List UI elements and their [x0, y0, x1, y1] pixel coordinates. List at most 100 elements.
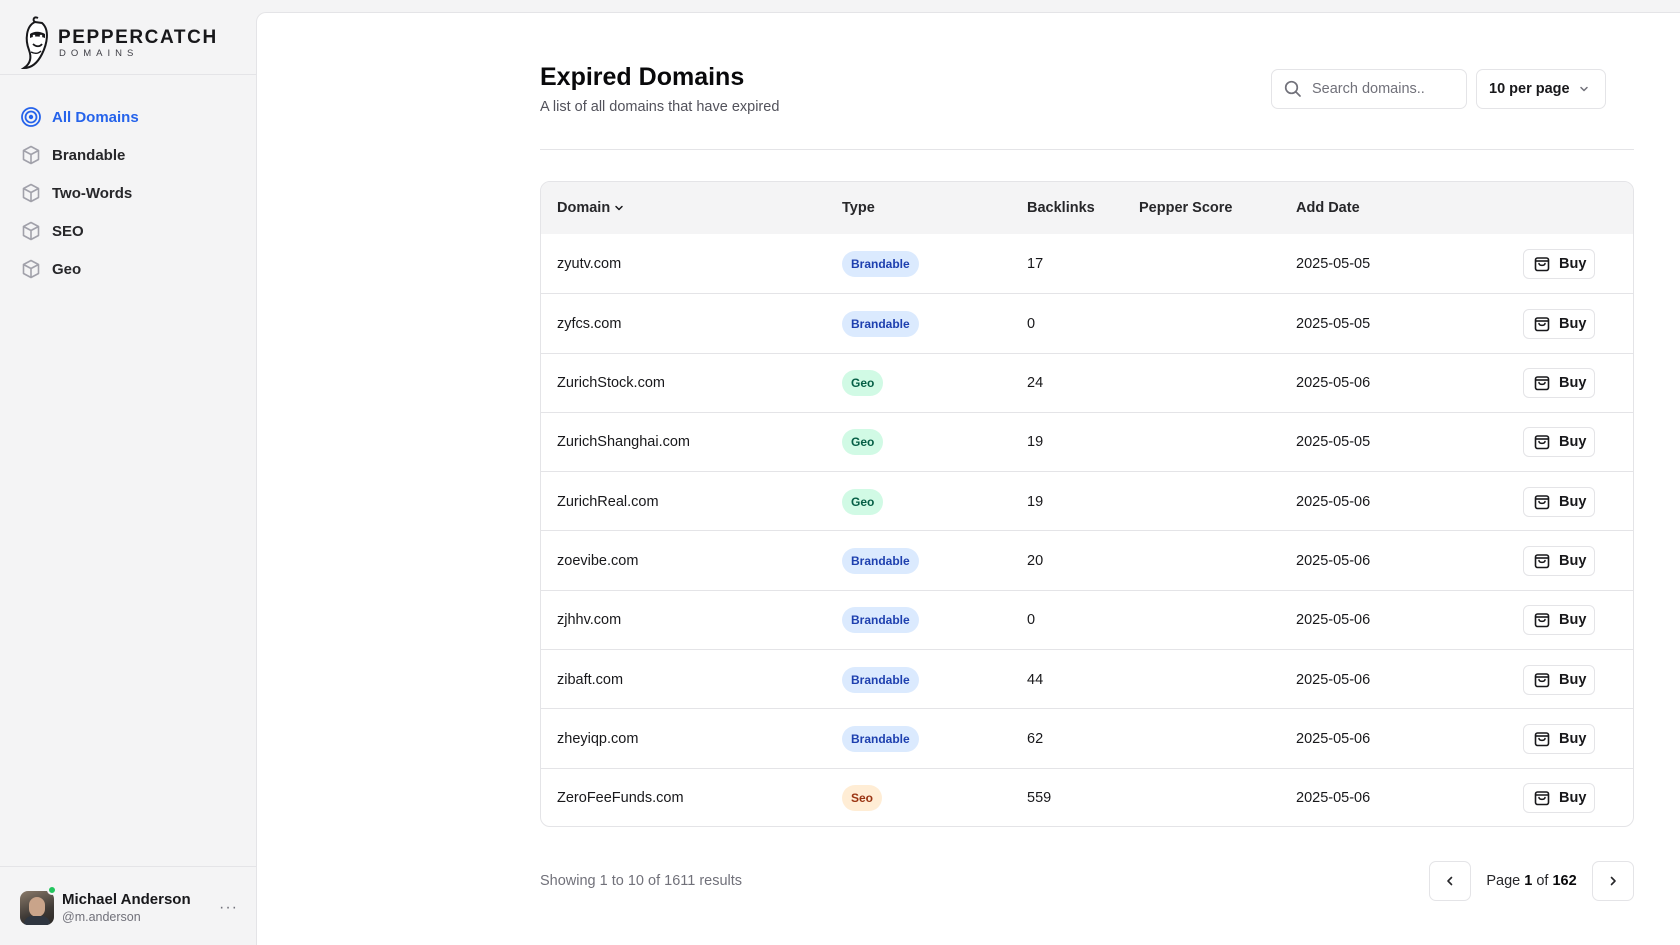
- type-badge: Brandable: [842, 725, 919, 752]
- table-row: ZeroFeeFunds.com Seo 559 2025-05-06 Buy: [541, 767, 1633, 826]
- sidebar-item-two-words[interactable]: Two-Words: [20, 174, 240, 212]
- sidebar-item-geo[interactable]: Geo: [20, 250, 240, 288]
- buy-button[interactable]: Buy: [1523, 783, 1596, 814]
- table-row: zibaft.com Brandable 44 2025-05-06 Buy: [541, 649, 1633, 708]
- shopping-bag-icon: [1534, 613, 1550, 628]
- buy-button[interactable]: Buy: [1523, 605, 1596, 636]
- cube-icon: [22, 259, 40, 279]
- chevron-down-icon: [1579, 86, 1588, 92]
- shopping-bag-icon: [1534, 791, 1550, 806]
- cube-icon: [22, 145, 40, 165]
- buy-label: Buy: [1559, 315, 1587, 332]
- buy-button[interactable]: Buy: [1523, 427, 1596, 458]
- type-cell: Geo: [842, 472, 884, 531]
- current-page: 1: [1524, 873, 1533, 889]
- type-cell: Brandable: [842, 709, 919, 768]
- buy-label: Buy: [1559, 730, 1587, 747]
- buy-button[interactable]: Buy: [1523, 368, 1596, 399]
- buy-cell: Buy: [1523, 234, 1596, 293]
- buy-cell: Buy: [1523, 472, 1596, 531]
- user-profile[interactable]: Michael Anderson @m.anderson ···: [20, 885, 240, 928]
- type-cell: Brandable: [842, 294, 919, 353]
- add-date-cell: 2025-05-06: [1296, 790, 1371, 807]
- previous-page-button[interactable]: [1429, 861, 1471, 901]
- sort-chevron-icon: [615, 205, 623, 211]
- add-date-cell: 2025-05-06: [1296, 671, 1371, 688]
- buy-cell: Buy: [1523, 354, 1596, 413]
- shopping-bag-icon: [1534, 732, 1550, 747]
- buy-cell: Buy: [1523, 591, 1596, 650]
- buy-label: Buy: [1559, 552, 1587, 569]
- domain-cell: zoevibe.com: [557, 552, 639, 569]
- add-date-cell: 2025-05-06: [1296, 375, 1371, 392]
- buy-cell: Buy: [1523, 294, 1596, 353]
- page-indicator: Page 1 of 162: [1486, 873, 1577, 889]
- buy-button[interactable]: Buy: [1523, 723, 1596, 754]
- column-header-pepper-score: Pepper Score: [1139, 200, 1233, 216]
- shopping-bag-icon: [1534, 316, 1550, 332]
- buy-button[interactable]: Buy: [1523, 486, 1596, 517]
- column-header-add-date: Add Date: [1296, 200, 1360, 216]
- sidebar-divider: [0, 866, 256, 867]
- type-badge: Brandable: [842, 666, 919, 693]
- table-body: zyutv.com Brandable 17 2025-05-05 Buy zyfcs.c…: [541, 234, 1633, 826]
- next-page-button[interactable]: [1592, 861, 1634, 901]
- buy-cell: Buy: [1523, 709, 1596, 768]
- search-input[interactable]: [1312, 81, 1462, 97]
- shopping-bag-icon: [1534, 376, 1550, 391]
- domain-cell: zibaft.com: [557, 671, 624, 688]
- table-header: Domain Type Backlinks Pepper Score Add D…: [541, 182, 1633, 234]
- search-box[interactable]: [1271, 69, 1467, 109]
- type-badge: Brandable: [842, 250, 919, 277]
- buy-button[interactable]: Buy: [1523, 308, 1596, 339]
- type-cell: Brandable: [842, 531, 919, 590]
- table-row: zjhhv.com Brandable 0 2025-05-06 Buy: [541, 589, 1633, 650]
- cube-icon: [22, 221, 40, 241]
- type-badge: Brandable: [842, 607, 919, 634]
- user-handle: @m.anderson: [62, 910, 141, 924]
- per-page-select[interactable]: 10 per page: [1476, 69, 1606, 109]
- domain-cell: ZurichStock.com: [557, 375, 665, 392]
- domain-cell: ZeroFeeFunds.com: [557, 790, 684, 807]
- buy-button[interactable]: Buy: [1523, 248, 1596, 279]
- type-badge: Brandable: [842, 547, 919, 574]
- header-divider: [540, 149, 1634, 150]
- domain-cell: zyfcs.com: [557, 315, 622, 332]
- cube-icon: [22, 183, 40, 203]
- shopping-bag-icon: [1534, 672, 1550, 687]
- shopping-bag-icon: [1534, 494, 1550, 509]
- buy-cell: Buy: [1523, 531, 1596, 590]
- brand-tagline: DOMAINS: [59, 47, 139, 59]
- pepper-mascot-logo: [20, 16, 48, 70]
- buy-label: Buy: [1559, 434, 1587, 451]
- buy-button[interactable]: Buy: [1523, 545, 1596, 576]
- column-header-domain[interactable]: Domain: [557, 182, 624, 234]
- buy-button[interactable]: Buy: [1523, 664, 1596, 695]
- page-subtitle: A list of all domains that have expired: [540, 99, 780, 115]
- shopping-bag-icon: [1534, 256, 1550, 271]
- type-badge: Seo: [842, 785, 883, 812]
- sidebar-item-brandable[interactable]: Brandable: [20, 136, 240, 174]
- sidebar-item-seo[interactable]: SEO: [20, 212, 240, 250]
- add-date-cell: 2025-05-06: [1296, 493, 1371, 510]
- sidebar-divider: [0, 74, 256, 75]
- buy-label: Buy: [1559, 493, 1587, 510]
- brand-logo[interactable]: PEPPERCATCH DOMAINS: [20, 14, 218, 72]
- sidebar-item-label: SEO: [52, 222, 84, 240]
- main-panel: Expired Domains A list of all domains th…: [256, 12, 1680, 945]
- page-title: Expired Domains: [540, 63, 745, 91]
- buy-cell: Buy: [1523, 769, 1596, 826]
- sidebar-nav: All Domains Brandable Two-Words SEO Geo: [20, 98, 240, 288]
- sidebar-item-all-domains[interactable]: All Domains: [20, 98, 240, 136]
- pagination: Page 1 of 162: [1429, 861, 1634, 901]
- type-cell: Seo: [842, 769, 883, 826]
- type-badge: Geo: [842, 429, 884, 456]
- buy-label: Buy: [1559, 255, 1587, 272]
- domain-cell: zjhhv.com: [557, 612, 622, 629]
- more-options-icon[interactable]: ···: [219, 899, 238, 917]
- chevron-right-icon: [1610, 876, 1616, 886]
- backlinks-cell: 62: [1027, 730, 1044, 747]
- domain-cell: zheyiqp.com: [557, 730, 639, 747]
- backlinks-cell: 559: [1027, 790, 1052, 807]
- total-pages: 162: [1552, 873, 1577, 889]
